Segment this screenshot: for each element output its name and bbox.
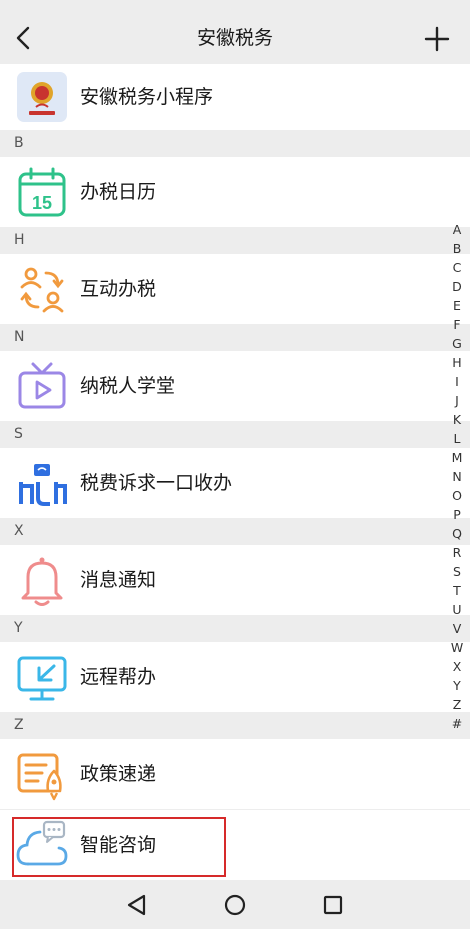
index-letter[interactable]: O <box>447 486 467 505</box>
section-header-x: X <box>0 518 470 545</box>
add-icon[interactable] <box>422 24 452 54</box>
index-letter[interactable]: F <box>447 315 467 334</box>
section-header-b: B <box>0 130 470 157</box>
index-letter[interactable]: A <box>447 220 467 239</box>
index-letter[interactable]: # <box>447 714 467 733</box>
bell-icon <box>21 557 63 606</box>
section-header-h: H <box>0 227 470 254</box>
index-letter[interactable]: T <box>447 581 467 600</box>
section-letter: X <box>14 523 24 539</box>
index-letter[interactable]: C <box>447 258 467 277</box>
index-letter[interactable]: D <box>447 277 467 296</box>
list-item-label: 办税日历 <box>80 181 157 203</box>
index-letter[interactable]: V <box>447 619 467 638</box>
nav-back-icon[interactable] <box>124 892 150 918</box>
tax-emblem-icon <box>17 72 67 122</box>
nav-recents-icon[interactable] <box>320 892 346 918</box>
list-item-policy-express[interactable]: 政策速递 <box>0 739 470 809</box>
section-letter: B <box>14 135 24 151</box>
index-letter[interactable]: L <box>447 429 467 448</box>
section-header-n: N <box>0 324 470 351</box>
page-title: 安徽税务 <box>196 27 273 49</box>
remote-monitor-icon <box>17 656 67 701</box>
list-item-label: 税费诉求一口收办 <box>80 472 233 494</box>
list-item-mini-program[interactable]: 安徽税务小程序 <box>0 64 470 130</box>
alphabet-index[interactable]: A B C D E F G H I J K L M N O P Q R S T … <box>447 220 467 733</box>
list-item-label: 政策速递 <box>80 763 157 785</box>
section-letter: N <box>14 329 25 345</box>
interaction-icon <box>20 267 64 313</box>
index-letter[interactable]: I <box>447 372 467 391</box>
section-letter: Y <box>14 620 23 636</box>
selection-highlight <box>12 817 226 877</box>
section-letter: H <box>14 232 25 248</box>
index-letter[interactable]: H <box>447 353 467 372</box>
list-item-label: 远程帮办 <box>80 666 157 688</box>
top-bar: 安徽税务 <box>0 0 470 66</box>
index-letter[interactable]: N <box>447 467 467 486</box>
index-letter[interactable]: X <box>447 657 467 676</box>
index-letter[interactable]: R <box>447 543 467 562</box>
section-header-s: S <box>0 421 470 448</box>
index-letter[interactable]: Q <box>447 524 467 543</box>
list-item-remote-assist[interactable]: 远程帮办 <box>0 642 470 712</box>
section-header-z: Z <box>0 712 470 739</box>
list-item-label: 纳税人学堂 <box>80 375 176 397</box>
tv-play-icon <box>18 362 66 409</box>
index-letter[interactable]: E <box>447 296 467 315</box>
index-letter[interactable]: S <box>447 562 467 581</box>
list-item-label: 消息通知 <box>80 569 157 591</box>
list-item-tax-calendar[interactable]: 15 办税日历 <box>0 157 470 227</box>
system-nav-bar <box>0 880 470 929</box>
section-header-y: Y <box>0 615 470 642</box>
index-letter[interactable]: Y <box>447 676 467 695</box>
index-letter[interactable]: P <box>447 505 467 524</box>
index-letter[interactable]: U <box>447 600 467 619</box>
index-letter[interactable]: B <box>447 239 467 258</box>
calendar-icon: 15 <box>18 167 66 217</box>
index-letter[interactable]: G <box>447 334 467 353</box>
list-item-notifications[interactable]: 消息通知 <box>0 545 470 615</box>
index-letter[interactable]: W <box>447 638 467 657</box>
list-item-label: 互动办税 <box>80 278 157 300</box>
nav-home-icon[interactable] <box>222 892 248 918</box>
index-letter[interactable]: Z <box>447 695 467 714</box>
list-item-interactive-tax[interactable]: 互动办税 <box>0 254 470 324</box>
index-letter[interactable]: J <box>447 391 467 410</box>
list-item-label: 安徽税务小程序 <box>80 86 214 108</box>
policy-rocket-icon <box>17 753 62 801</box>
appeal-logo-icon <box>19 464 67 506</box>
section-letter: Z <box>14 717 24 733</box>
list-item-taxpayer-school[interactable]: 纳税人学堂 <box>0 351 470 421</box>
section-letter: S <box>14 426 23 442</box>
list-item-tax-appeals[interactable]: 税费诉求一口收办 <box>0 448 470 518</box>
index-letter[interactable]: M <box>447 448 467 467</box>
calendar-number: 15 <box>32 193 52 213</box>
index-letter[interactable]: K <box>447 410 467 429</box>
